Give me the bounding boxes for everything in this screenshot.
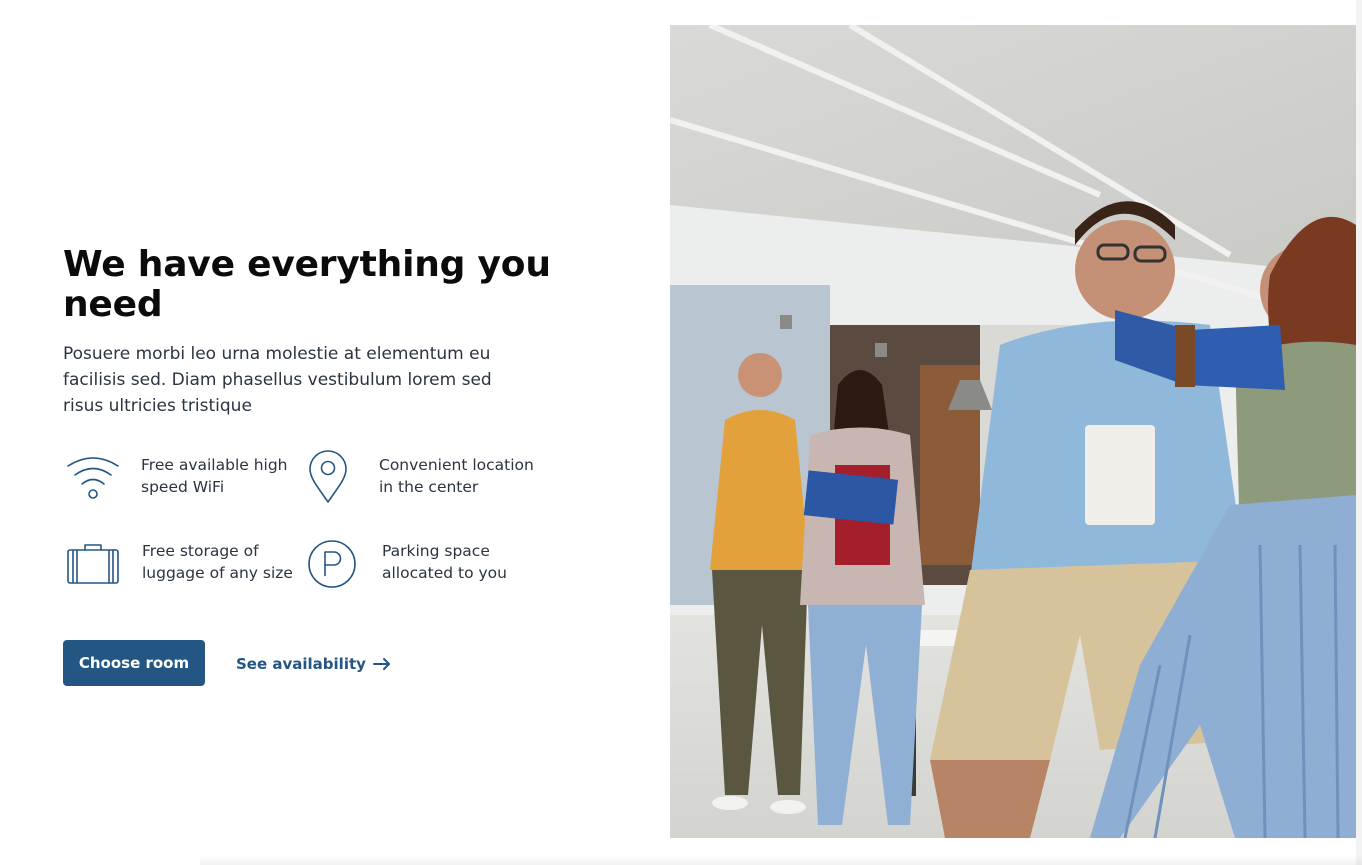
feature-location-text: Convenient location in the center: [379, 454, 534, 498]
hero-photo: [670, 25, 1356, 838]
arrow-right-icon: [372, 658, 390, 670]
feature-parking-text: Parking space allocated to you: [382, 540, 507, 584]
luggage-icon: [63, 536, 123, 592]
features-grid: Free available high speed WiFi Convenien…: [63, 450, 563, 600]
hero-text-section: We have everything you need Posuere morb…: [63, 245, 563, 419]
feature-luggage-line1: Free storage of: [142, 542, 259, 560]
wifi-icon: [63, 450, 123, 506]
feature-location-line1: Convenient location: [379, 456, 534, 474]
section-divider-shadow: [200, 855, 1362, 865]
feature-parking-line1: Parking space: [382, 542, 490, 560]
feature-luggage-text: Free storage of luggage of any size: [142, 540, 293, 584]
see-availability-link[interactable]: See availability: [236, 652, 392, 676]
feature-location-line2: in the center: [379, 478, 479, 496]
feature-wifi-text: Free available high speed WiFi: [141, 454, 288, 498]
feature-parking-line2: allocated to you: [382, 564, 507, 582]
parking-icon: [307, 536, 367, 592]
feature-luggage-line2: luggage of any size: [142, 564, 293, 582]
see-availability-label: See availability: [236, 655, 366, 673]
feature-wifi-line1: Free available high: [141, 456, 288, 474]
feature-wifi-line2: speed WiFi: [141, 478, 225, 496]
hero-photo-illustration: [670, 25, 1356, 838]
page-scrollbar[interactable]: [1356, 0, 1362, 865]
page-title: We have everything you need: [63, 244, 551, 325]
location-pin-icon: [307, 450, 367, 506]
hero-description: Posuere morbi leo urna molestie at eleme…: [63, 344, 492, 416]
choose-room-button[interactable]: Choose room: [63, 640, 205, 686]
